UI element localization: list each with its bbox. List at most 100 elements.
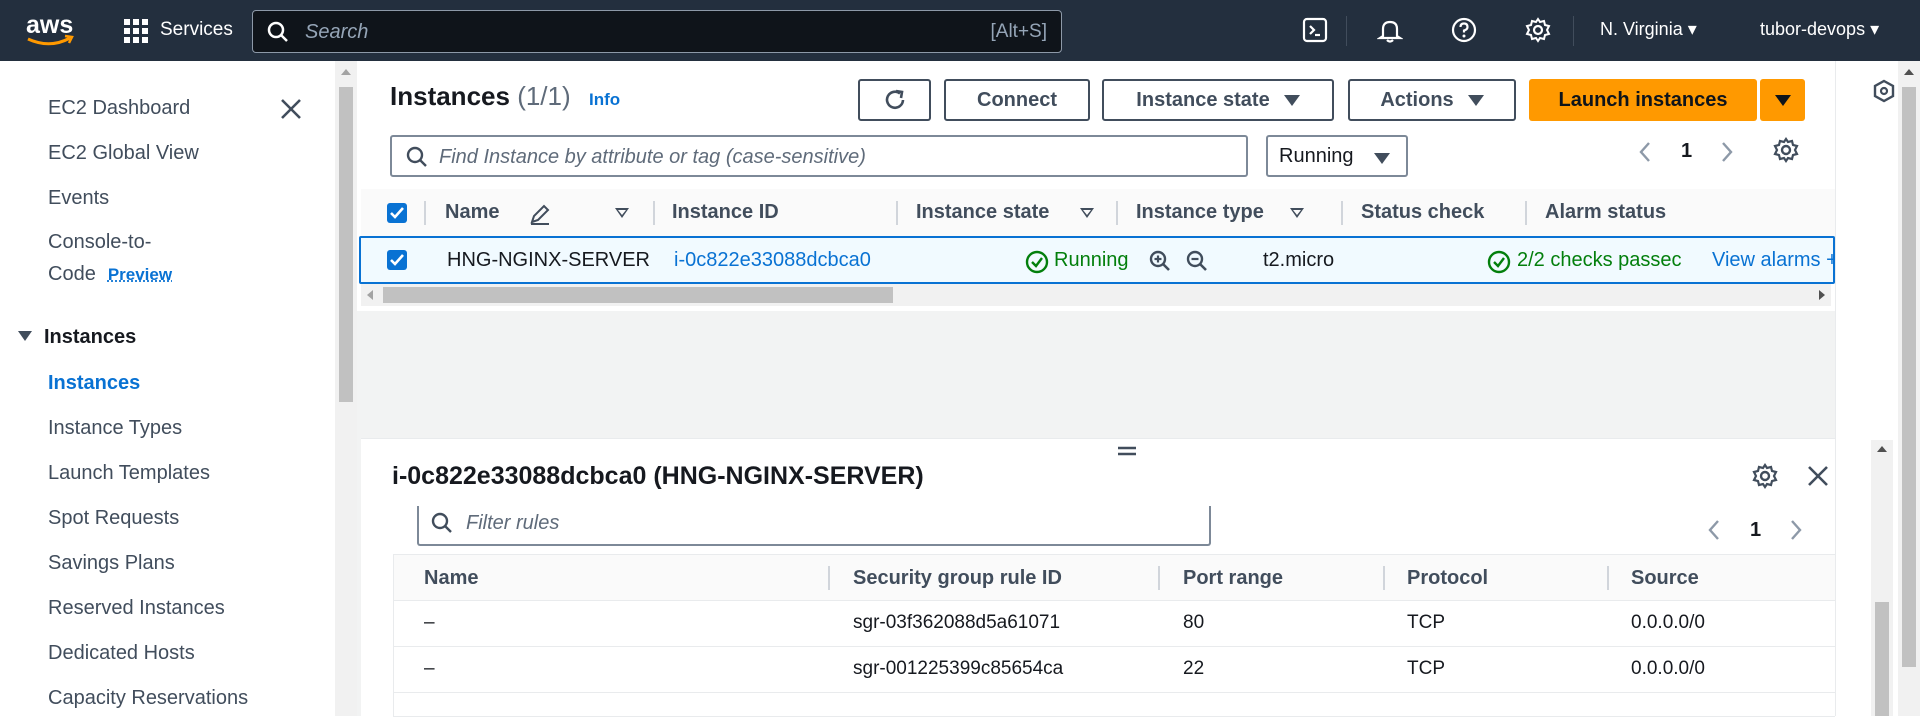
cell-port-range: 22 (1183, 658, 1205, 679)
sort-icon[interactable] (1080, 208, 1094, 218)
state-filter-select[interactable]: Running (1266, 135, 1408, 177)
sidebar-item-instance-types[interactable]: Instance Types (48, 417, 182, 440)
aws-logo[interactable]: aws (24, 11, 76, 47)
details-settings-gear-icon[interactable] (1752, 463, 1778, 489)
sidebar-scroll-thumb[interactable] (339, 87, 353, 402)
column-rule-id[interactable]: Security group rule ID (853, 567, 1062, 590)
actions-button[interactable]: Actions (1348, 79, 1516, 121)
column-port-range[interactable]: Port range (1183, 567, 1283, 590)
search-icon (406, 146, 428, 168)
sidebar-item-dedicated-hosts[interactable]: Dedicated Hosts (48, 642, 195, 665)
caret-down-icon (1283, 94, 1300, 106)
info-link[interactable]: Info (589, 90, 620, 110)
global-search-input[interactable]: Search [Alt+S] (252, 10, 1062, 53)
sidebar-item-ec2-global-view[interactable]: EC2 Global View (48, 142, 199, 165)
refresh-button[interactable] (858, 79, 931, 121)
services-menu[interactable]: Services (160, 19, 233, 41)
gear-icon[interactable] (1525, 17, 1551, 43)
search-shortcut: [Alt+S] (990, 21, 1048, 42)
select-all-checkbox[interactable] (387, 203, 407, 223)
services-grid-icon[interactable] (124, 19, 148, 43)
page-scroll-thumb[interactable] (1902, 87, 1916, 667)
column-instance-id[interactable]: Instance ID (672, 201, 779, 224)
instance-search-input[interactable]: Find Instance by attribute or tag (case-… (390, 135, 1248, 177)
sidebar-item-savings-plans[interactable]: Savings Plans (48, 552, 175, 575)
scroll-left-icon[interactable] (367, 290, 373, 300)
view-alarms-link[interactable]: View alarms + (1712, 249, 1835, 272)
scroll-up-icon[interactable] (1904, 69, 1914, 75)
help-icon[interactable] (1451, 17, 1477, 43)
close-icon[interactable] (1807, 465, 1829, 487)
sidebar-item-console-to-code-line2[interactable]: Code Preview (48, 263, 172, 286)
sort-icon[interactable] (1290, 208, 1304, 218)
sidebar-scrollbar[interactable] (335, 61, 357, 716)
caret-down-icon (18, 331, 32, 341)
column-instance-state[interactable]: Instance state (916, 201, 1049, 224)
sidebar-item-console-to-code[interactable]: Console-to- (48, 231, 151, 254)
table-scroll-thumb[interactable] (383, 287, 893, 303)
table-horizontal-scrollbar[interactable] (361, 284, 1831, 306)
cell-port-range: 80 (1183, 612, 1205, 633)
cell-instance-id-link[interactable]: i-0c822e33088dcbca0 (674, 249, 871, 272)
page-scrollbar[interactable] (1898, 61, 1920, 716)
column-alarm-status[interactable]: Alarm status (1545, 201, 1666, 224)
launch-instances-dropdown[interactable] (1760, 79, 1805, 121)
bell-icon[interactable] (1377, 17, 1403, 43)
column-divider[interactable] (1525, 201, 1527, 225)
filter-rules-input[interactable]: Filter rules (417, 506, 1211, 546)
column-divider[interactable] (653, 201, 655, 225)
next-page-icon[interactable] (1719, 140, 1735, 164)
sidebar-item-ec2-dashboard[interactable]: EC2 Dashboard (48, 97, 190, 120)
sidebar-item-launch-templates[interactable]: Launch Templates (48, 462, 210, 485)
zoom-in-icon[interactable] (1148, 249, 1172, 273)
prev-page-icon[interactable] (1706, 518, 1722, 542)
page-number[interactable]: 1 (1750, 519, 1761, 542)
column-divider[interactable] (828, 566, 830, 590)
sidebar-item-reserved-instances[interactable]: Reserved Instances (48, 597, 225, 620)
account-menu[interactable]: tubor-devops ▾ (1760, 19, 1879, 40)
column-divider[interactable] (1341, 201, 1343, 225)
resize-handle-icon[interactable] (1117, 445, 1137, 457)
column-rule-name[interactable]: Name (424, 567, 478, 590)
column-source[interactable]: Source (1631, 567, 1699, 590)
sidebar-item-instances[interactable]: Instances (48, 372, 140, 395)
column-instance-type[interactable]: Instance type (1136, 201, 1264, 224)
scroll-up-icon[interactable] (341, 69, 351, 75)
sidebar-section-instances[interactable]: Instances (18, 326, 136, 349)
success-check-icon (1025, 250, 1049, 274)
cell-source: 0.0.0.0/0 (1631, 612, 1705, 633)
column-divider[interactable] (1383, 566, 1385, 590)
details-scrollbar[interactable] (1871, 440, 1893, 716)
column-name[interactable]: Name (445, 201, 499, 224)
zoom-out-icon[interactable] (1185, 249, 1209, 273)
column-divider[interactable] (1158, 566, 1160, 590)
launch-instances-button[interactable]: Launch instances (1529, 79, 1757, 121)
scroll-up-icon[interactable] (1877, 446, 1887, 452)
sidebar-item-events[interactable]: Events (48, 187, 109, 210)
column-divider[interactable] (424, 201, 426, 225)
region-selector[interactable]: N. Virginia ▾ (1600, 19, 1697, 40)
column-divider[interactable] (896, 201, 898, 225)
column-protocol[interactable]: Protocol (1407, 567, 1488, 590)
row-checkbox[interactable] (387, 250, 407, 270)
connect-button[interactable]: Connect (944, 79, 1090, 121)
table-row[interactable]: HNG-NGINX-SERVER i-0c822e33088dcbca0 Run… (359, 236, 1835, 284)
sidebar-item-capacity-reservations[interactable]: Capacity Reservations (48, 687, 248, 710)
sort-icon[interactable] (615, 208, 629, 218)
next-page-icon[interactable] (1788, 518, 1804, 542)
column-divider[interactable] (1116, 201, 1118, 225)
column-status-check[interactable]: Status check (1361, 201, 1484, 224)
scroll-right-icon[interactable] (1819, 290, 1825, 300)
preferences-gear-icon[interactable] (1773, 137, 1799, 163)
close-icon[interactable] (279, 97, 303, 121)
table-row: – sgr-001225399c85654ca 22 TCP 0.0.0.0/0 (394, 647, 1836, 693)
tools-panel-icon[interactable] (1872, 79, 1896, 103)
instance-state-button[interactable]: Instance state (1102, 79, 1334, 121)
sidebar-item-spot-requests[interactable]: Spot Requests (48, 507, 179, 530)
prev-page-icon[interactable] (1637, 140, 1653, 164)
column-divider[interactable] (1607, 566, 1609, 590)
details-scroll-thumb[interactable] (1875, 602, 1889, 716)
preview-badge[interactable]: Preview (108, 265, 172, 284)
cloudshell-icon[interactable] (1302, 17, 1328, 43)
page-number[interactable]: 1 (1681, 140, 1692, 163)
